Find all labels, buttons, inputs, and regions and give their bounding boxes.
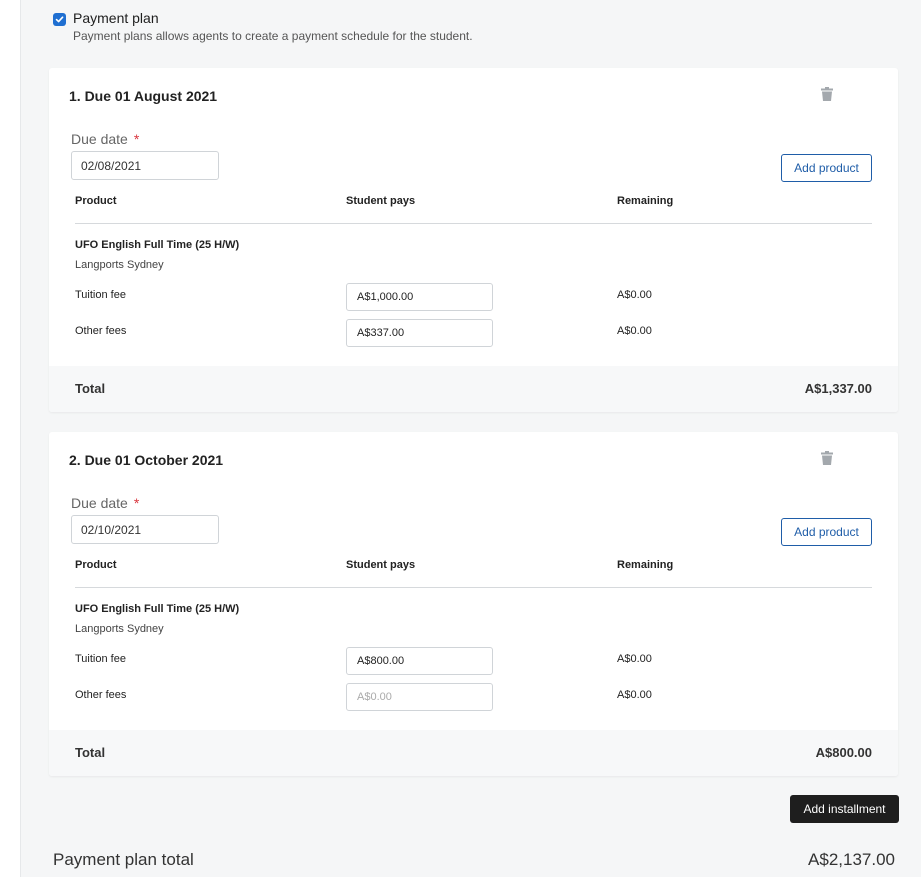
other-fees-input[interactable]: [346, 319, 493, 347]
installment-total-amount: A$800.00: [815, 745, 872, 760]
payment-plan-title: Payment plan: [73, 10, 159, 26]
add-product-button[interactable]: Add product: [781, 518, 872, 546]
due-date-input[interactable]: [71, 515, 219, 544]
column-header-product: Product: [75, 559, 117, 571]
required-mark: *: [133, 131, 140, 147]
column-header-remaining: Remaining: [617, 195, 674, 207]
installment-total-label: Total: [75, 381, 106, 396]
left-gutter: [0, 0, 21, 877]
product-name: UFO English Full Time (25 H/W): [75, 603, 240, 615]
header-divider: [75, 223, 872, 224]
product-school: Langports Sydney: [75, 623, 164, 635]
tuition-fee-input[interactable]: [346, 647, 493, 675]
payment-plan-total-amount: A$2,137.00: [808, 850, 895, 869]
header-divider: [75, 587, 872, 588]
tuition-fee-remaining: A$0.00: [617, 653, 652, 665]
other-fees-remaining: A$0.00: [617, 689, 652, 701]
add-product-button[interactable]: Add product: [781, 154, 872, 182]
required-mark: *: [133, 495, 140, 511]
column-header-student-pays: Student pays: [346, 559, 416, 571]
installment-total-bar: Total A$1,337.00: [49, 366, 898, 412]
product-school: Langports Sydney: [75, 259, 164, 271]
due-date-label: Due date *: [71, 131, 140, 147]
fee-label-other: Other fees: [75, 689, 127, 701]
installment-title: 2. Due 01 October 2021: [69, 452, 224, 468]
fee-label-tuition: Tuition fee: [75, 653, 126, 665]
installment-card: 2. Due 01 October 2021 Due date* Add pro…: [49, 432, 898, 776]
payment-plan-total-label: Payment plan total: [53, 850, 194, 869]
due-date-label: Due date *: [71, 495, 140, 511]
trash-icon[interactable]: [821, 451, 833, 465]
other-fees-remaining: A$0.00: [617, 325, 652, 337]
tuition-fee-input[interactable]: [346, 283, 493, 311]
fee-label-other: Other fees: [75, 325, 127, 337]
installment-total-label: Total: [75, 745, 106, 760]
fee-label-tuition: Tuition fee: [75, 289, 126, 301]
installment-title: 1. Due 01 August 2021: [69, 88, 218, 104]
tuition-fee-remaining: A$0.00: [617, 289, 652, 301]
due-date-input[interactable]: [71, 151, 219, 180]
add-installment-button[interactable]: Add installment: [790, 795, 899, 823]
column-header-remaining: Remaining: [617, 559, 674, 571]
installment-total-amount: A$1,337.00: [804, 381, 872, 396]
installment-total-bar: Total A$800.00: [49, 730, 898, 776]
other-fees-input[interactable]: [346, 683, 493, 711]
column-header-student-pays: Student pays: [346, 195, 416, 207]
check-icon: [55, 16, 64, 23]
payment-plan-description: Payment plans allows agents to create a …: [73, 29, 473, 43]
installment-card: 1. Due 01 August 2021 Due date* Add prod…: [49, 68, 898, 412]
trash-icon[interactable]: [821, 87, 833, 101]
payment-plan-checkbox[interactable]: [53, 13, 66, 26]
column-header-product: Product: [75, 195, 117, 207]
product-name: UFO English Full Time (25 H/W): [75, 239, 240, 251]
